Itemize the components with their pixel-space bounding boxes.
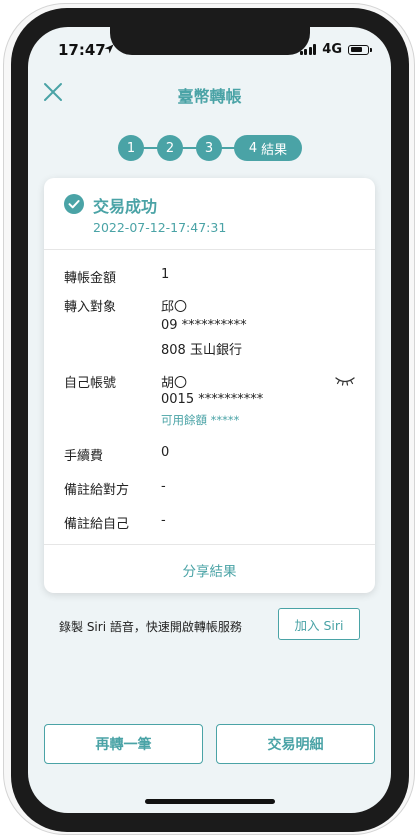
result-title: 交易成功 [93, 197, 158, 216]
share-result-button[interactable]: 分享結果 [44, 560, 375, 580]
own-account-name: 胡〇 [161, 376, 188, 391]
result-timestamp: 2022-07-12-17:47:31 [93, 220, 227, 235]
siri-prompt-text: 錄製 Siri 語音，快速開啟轉帳服務 [59, 620, 242, 634]
payee-name: 邱〇 [161, 300, 188, 315]
note-self-label: 備註給自己 [64, 517, 130, 532]
step-4-number: 4 [248, 140, 258, 156]
network-type: 4G [322, 42, 342, 57]
fee-label: 手續費 [64, 449, 104, 464]
available-balance: 可用餘額 ***** [161, 413, 240, 427]
result-card: 交易成功 2022-07-12-17:47:31 轉帳金額 1 轉入對象 邱〇 … [44, 178, 375, 593]
screen: 17:47 4G 臺幣轉帳 1 2 3 4 結果 交易成功 2022-07-12… [28, 27, 391, 813]
status-time: 17:47 [58, 41, 106, 59]
eye-closed-icon[interactable] [335, 376, 355, 386]
payee-label: 轉入對象 [64, 300, 117, 315]
own-account-number: 0015 ********** [161, 392, 264, 407]
note-payee-value: - [161, 479, 166, 494]
step-2: 2 [157, 135, 183, 161]
status-indicators: 4G [299, 42, 372, 57]
card-divider [44, 249, 375, 250]
transaction-details-button[interactable]: 交易明細 [216, 724, 375, 764]
add-to-siri-button[interactable]: 加入 Siri [278, 608, 360, 640]
amount-label: 轉帳金額 [64, 271, 117, 286]
page-title: 臺幣轉帳 [177, 87, 242, 106]
notch [110, 27, 310, 55]
step-4-current: 4 結果 [234, 135, 302, 161]
step-3: 3 [196, 135, 222, 161]
battery-icon [348, 44, 372, 55]
stepper-line [138, 147, 248, 149]
note-self-value: - [161, 513, 166, 528]
check-circle-icon [64, 194, 84, 214]
amount-value: 1 [161, 267, 170, 282]
card-divider-bottom [44, 544, 375, 545]
step-4-label: 結果 [261, 142, 288, 158]
location-arrow-icon [104, 44, 114, 54]
progress-stepper: 1 2 3 4 結果 [118, 135, 308, 161]
signal-icon [299, 44, 317, 55]
note-payee-label: 備註給對方 [64, 483, 130, 498]
payee-account: 09 ********** [161, 318, 247, 333]
own-account-label: 自己帳號 [64, 376, 117, 391]
transfer-again-button[interactable]: 再轉一筆 [44, 724, 203, 764]
fee-value: 0 [161, 445, 170, 460]
home-indicator [145, 799, 275, 804]
payee-bank: 808 玉山銀行 [161, 343, 242, 358]
step-1: 1 [118, 135, 144, 161]
